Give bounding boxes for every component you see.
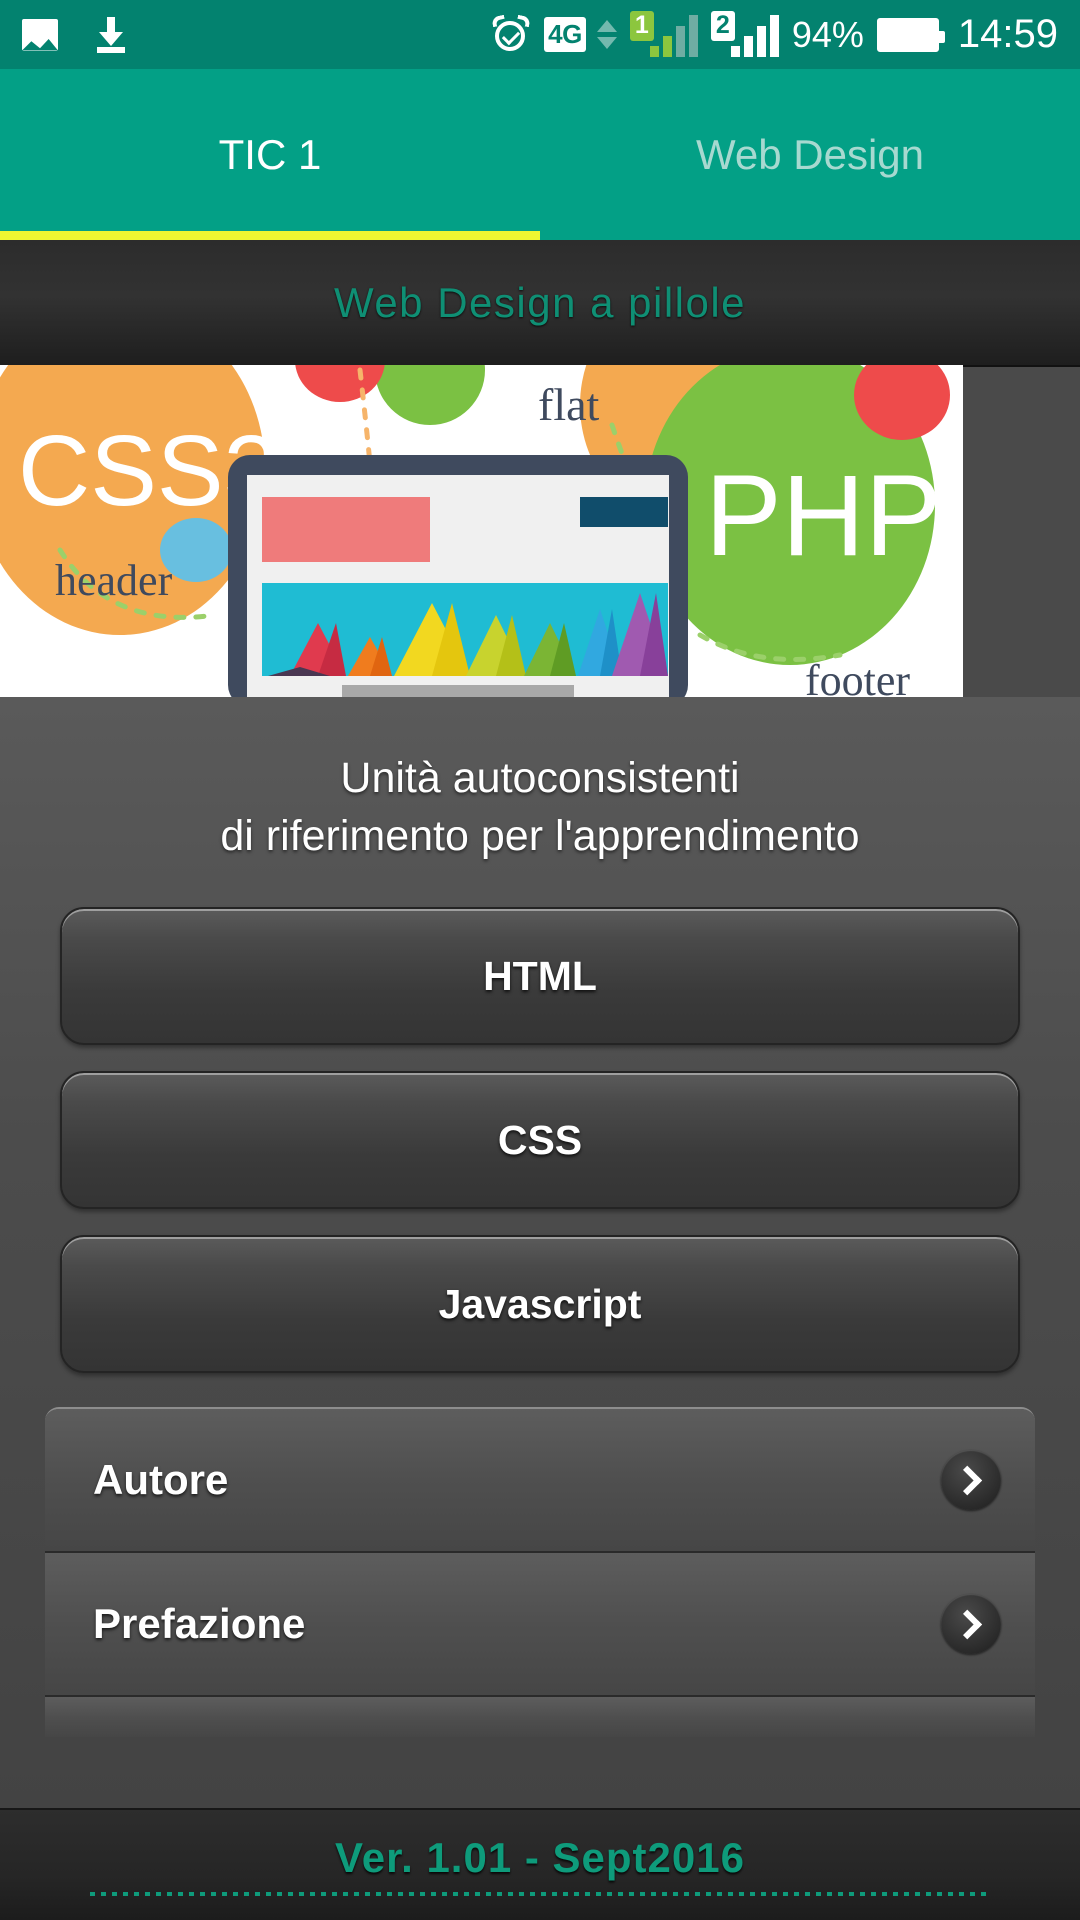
alarm-clock-icon: [491, 14, 532, 55]
network-type-badge: 4G: [544, 17, 586, 52]
main-content: Unità autoconsistenti di riferimento per…: [0, 697, 1080, 1810]
version-label: Ver. 1.01 - Sept2016: [335, 1834, 745, 1881]
sim1-signal-icon: 1: [629, 10, 698, 57]
status-bar-left-icons: [22, 16, 126, 53]
topic-button-stack: HTML CSS Javascript: [0, 907, 1080, 1374]
download-icon: [96, 16, 126, 53]
footer-dotted-divider: [90, 1892, 990, 1896]
app-screen: 4G 1 2 94% 14:59 TIC 1 Web Design Web De…: [0, 0, 1080, 1920]
banner-illustration: CSS3 PHP flat header footer: [0, 365, 963, 697]
subtitle-line-2: di riferimento per l'apprendimento: [220, 812, 860, 861]
tab-web-design-label: Web Design: [695, 130, 924, 178]
tab-bar: TIC 1 Web Design: [0, 69, 1080, 240]
svg-text:footer: footer: [805, 656, 910, 697]
info-list: Autore Prefazione: [45, 1407, 1035, 1738]
tab-web-design[interactable]: Web Design: [540, 69, 1080, 240]
svg-text:flat: flat: [538, 379, 600, 430]
gallery-icon: [22, 18, 58, 51]
status-bar-right-icons: 4G 1 2 94% 14:59: [491, 10, 1058, 57]
svg-text:header: header: [55, 556, 173, 605]
svg-text:PHP: PHP: [705, 452, 941, 580]
status-bar-clock: 14:59: [957, 12, 1058, 56]
sim2-label: 2: [710, 10, 735, 41]
sim2-signal-icon: 2: [710, 10, 779, 57]
html-button[interactable]: HTML: [60, 907, 1020, 1046]
list-item-prefazione-label: Prefazione: [93, 1600, 306, 1648]
battery-full-icon: [876, 17, 945, 52]
battery-percent: 94%: [791, 13, 864, 55]
subtitle-line-1: Unità autoconsistenti: [340, 754, 740, 802]
list-item-prefazione[interactable]: Prefazione: [45, 1553, 1035, 1698]
javascript-button[interactable]: Javascript: [60, 1235, 1020, 1374]
tab-active-indicator: [0, 231, 540, 240]
list-item-autore-label: Autore: [93, 1456, 229, 1504]
web-design-illustration-svg: CSS3 PHP flat header footer: [0, 365, 963, 697]
data-transfer-arrows-icon: [596, 20, 617, 49]
status-bar: 4G 1 2 94% 14:59: [0, 0, 1080, 69]
chevron-right-icon[interactable]: [941, 1594, 1001, 1655]
chevron-right-icon[interactable]: [941, 1450, 1001, 1511]
footer-bar: Ver. 1.01 - Sept2016: [0, 1808, 1080, 1920]
css-button[interactable]: CSS: [60, 1071, 1020, 1210]
app-title-bar: Web Design a pillole: [0, 240, 1080, 367]
sim1-label: 1: [629, 10, 654, 41]
list-item-autore[interactable]: Autore: [45, 1409, 1035, 1554]
app-title: Web Design a pillole: [333, 278, 747, 326]
subtitle-block: Unità autoconsistenti di riferimento per…: [0, 697, 1080, 865]
tab-tic-1[interactable]: TIC 1: [0, 69, 540, 240]
tab-tic-1-label: TIC 1: [218, 130, 322, 178]
list-item-partial[interactable]: [45, 1697, 1035, 1738]
